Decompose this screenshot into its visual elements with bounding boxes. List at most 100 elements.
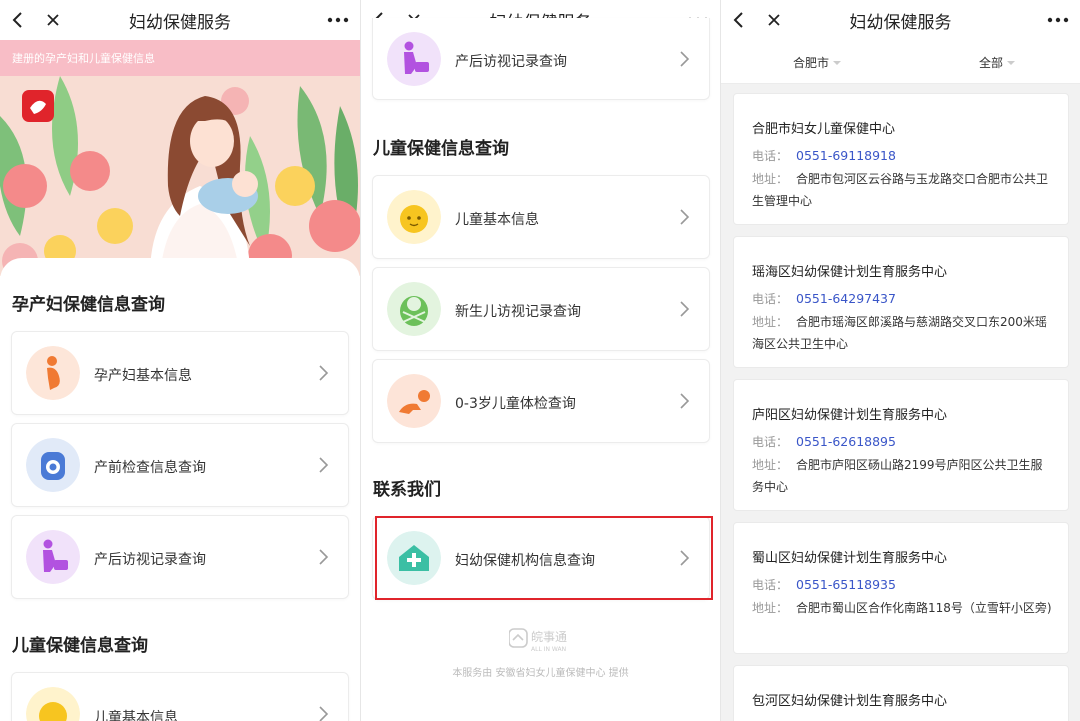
institution-phone-row: 电话： 0551-69118918: [752, 147, 896, 164]
footer-provider-text: 本服务由 安徽省妇女儿童保健中心 提供: [452, 668, 629, 679]
phone-label: 电话：: [752, 149, 789, 163]
more-button[interactable]: [1042, 4, 1074, 36]
close-button[interactable]: [37, 4, 69, 36]
hero-illustration: [0, 76, 360, 276]
menu-item-postnatal-visit[interactable]: 产后访视记录查询: [11, 515, 349, 599]
chevron-right-icon: [680, 301, 690, 317]
caret-down-icon: [1007, 60, 1016, 65]
postnatal-visit-icon: [387, 32, 441, 86]
institution-card[interactable]: 庐阳区妇幼保健计划生育服务中心 电话： 0551-62618895 地址： 合肥市庐…: [733, 379, 1069, 511]
address-value: 合肥市蜀山区合作化南路118号（立雪轩小区旁): [796, 601, 1052, 615]
institution-phone-row: 电话： 0551-62618895: [752, 433, 896, 450]
chevron-right-icon: [319, 365, 329, 381]
menu-item-label: 产前检查信息查询: [94, 460, 206, 476]
address-label: 地址：: [752, 601, 789, 615]
banner-text: 建册的孕产妇和儿童保健信息: [12, 52, 155, 65]
back-button[interactable]: [2, 4, 34, 36]
institution-name: 庐阳区妇幼保健计划生育服务中心: [752, 408, 948, 423]
chevron-right-icon: [680, 209, 690, 225]
menu-item-child-checkup[interactable]: 0-3岁儿童体检查询: [372, 359, 710, 443]
caret-down-icon: [833, 60, 842, 65]
menu-item-newborn-visit[interactable]: 新生儿访视记录查询: [372, 267, 710, 351]
nav-bar: 妇幼保健服务: [721, 0, 1080, 40]
address-label: 地址：: [752, 315, 789, 329]
close-icon: [768, 14, 780, 26]
menu-item-prenatal-exam[interactable]: 产前检查信息查询: [11, 423, 349, 507]
address-label: 地址：: [752, 458, 789, 472]
chevron-right-icon: [319, 706, 329, 721]
institution-phone-row: 电话： 0551-65118935: [752, 576, 896, 593]
category-filter-dropdown[interactable]: 全部: [979, 54, 1016, 71]
institution-name: 包河区妇幼保健计划生育服务中心: [752, 694, 948, 709]
institution-card[interactable]: 蜀山区妇幼保健计划生育服务中心 电话： 0551-65118935 地址： 合肥市蜀…: [733, 522, 1069, 654]
section-title-contact: 联系我们: [373, 480, 441, 500]
filter-bar: 合肥市 全部: [721, 40, 1080, 84]
provider-logo-sub: ALL IN WAN: [531, 646, 566, 653]
institution-name: 蜀山区妇幼保健计划生育服务中心: [752, 551, 948, 566]
more-dots-icon: [1047, 17, 1069, 23]
institution-card[interactable]: 瑶海区妇幼保健计划生育服务中心 电话： 0551-64297437 地址： 合肥市瑶…: [733, 236, 1069, 368]
chevron-right-icon: [680, 550, 690, 566]
nav-bar: 妇幼保健服务: [0, 0, 360, 40]
menu-item-maternal-basic[interactable]: 孕产妇基本信息: [11, 331, 349, 415]
chevron-left-icon: [12, 12, 22, 28]
phone-number-link[interactable]: 0551-62618895: [796, 434, 896, 449]
category-filter-label: 全部: [979, 56, 1004, 70]
chevron-right-icon: [680, 393, 690, 409]
institution-phone-row: 电话： 0551-64297437: [752, 290, 896, 307]
menu-item-child-basic[interactable]: 儿童基本信息: [11, 672, 349, 721]
menu-item-label: 新生儿访视记录查询: [455, 304, 581, 320]
provider-logo-name: 皖事通: [531, 630, 567, 644]
menu-item-label: 孕产妇基本信息: [94, 368, 192, 384]
panel-menu-scrolled: 妇幼保健服务 产后访视记录查询 儿童保健信息查询 儿童基本信息 新生儿访视记录查…: [360, 0, 720, 721]
newborn-icon: [387, 282, 441, 336]
phone-label: 电话：: [752, 578, 789, 592]
section-title-child: 儿童保健信息查询: [373, 139, 509, 159]
info-banner: 建册的孕产妇和儿童保健信息: [0, 40, 360, 76]
institution-address-row: 地址： 合肥市庐阳区砀山路2199号庐阳区公共卫生服务中心: [752, 454, 1052, 498]
close-button[interactable]: [758, 4, 790, 36]
menu-item-label: 儿童基本信息: [94, 710, 178, 721]
mother-baby-illustration: [0, 76, 360, 276]
postnatal-visit-icon: [26, 530, 80, 584]
section-title-maternal: 孕产妇保健信息查询: [12, 295, 165, 315]
phone-number-link[interactable]: 0551-69118918: [796, 148, 896, 163]
chevron-left-icon: [733, 12, 743, 28]
more-dots-icon: [327, 17, 349, 23]
institution-address-row: 地址： 合肥市蜀山区合作化南路118号（立雪轩小区旁): [752, 597, 1052, 619]
menu-item-child-basic[interactable]: 儿童基本信息: [372, 175, 710, 259]
menu-item-label: 0-3岁儿童体检查询: [455, 396, 576, 412]
chevron-right-icon: [319, 457, 329, 473]
city-filter-dropdown[interactable]: 合肥市: [793, 54, 842, 71]
address-value: 合肥市庐阳区砀山路2199号庐阳区公共卫生服务中心: [752, 458, 1043, 494]
institution-card[interactable]: 包河区妇幼保健计划生育服务中心: [733, 665, 1069, 721]
phone-number-link[interactable]: 0551-65118935: [796, 577, 896, 592]
institution-address-row: 地址： 合肥市包河区云谷路与玉龙路交口合肥市公共卫生管理中心: [752, 168, 1052, 212]
more-button[interactable]: [322, 4, 354, 36]
chevron-right-icon: [680, 51, 690, 67]
crawling-baby-icon: [387, 374, 441, 428]
menu-item-institution-info[interactable]: 妇幼保健机构信息查询: [372, 516, 710, 600]
menu-item-label: 妇幼保健机构信息查询: [455, 553, 595, 569]
child-face-icon: [26, 687, 80, 721]
menu-item-postnatal-visit[interactable]: 产后访视记录查询: [372, 18, 710, 100]
menu-item-label: 儿童基本信息: [455, 212, 539, 228]
phone-label: 电话：: [752, 292, 789, 306]
child-face-icon: [387, 190, 441, 244]
menu-item-label: 产后访视记录查询: [455, 54, 567, 70]
institution-card[interactable]: 合肥市妇女儿童保健中心 电话： 0551-69118918 地址： 合肥市包河区云谷…: [733, 93, 1069, 225]
provider-logo: 皖事通 ALL IN WAN: [508, 625, 579, 655]
section-title-child: 儿童保健信息查询: [12, 636, 148, 656]
back-button[interactable]: [723, 4, 755, 36]
pregnant-woman-icon: [26, 346, 80, 400]
prenatal-exam-icon: [26, 438, 80, 492]
panel-home: 妇幼保健服务 建册的孕产妇和儿童保健信息 孕产妇保健信息查询 孕产妇基本信息 产…: [0, 0, 360, 721]
close-icon: [47, 14, 59, 26]
city-filter-label: 合肥市: [793, 56, 830, 70]
institution-name: 瑶海区妇幼保健计划生育服务中心: [752, 265, 948, 280]
phone-label: 电话：: [752, 435, 789, 449]
menu-item-label: 产后访视记录查询: [94, 552, 206, 568]
phone-number-link[interactable]: 0551-64297437: [796, 291, 896, 306]
address-value: 合肥市瑶海区郎溪路与慈湖路交叉口东200米瑶海区公共卫生中心: [752, 315, 1047, 351]
chevron-right-icon: [319, 549, 329, 565]
